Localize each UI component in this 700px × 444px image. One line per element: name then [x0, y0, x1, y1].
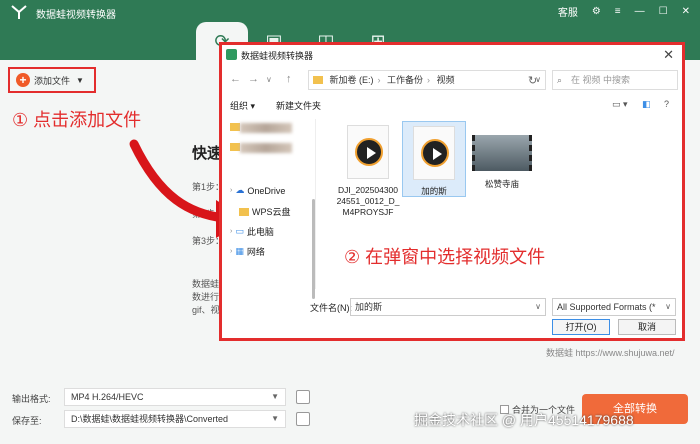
folder-icon [239, 207, 249, 216]
file-name: 松赞寺庙 [484, 179, 519, 189]
file-list: DJI_20250430024551_0012_D_M4PROYSJF 加的斯 … [320, 119, 680, 289]
search-icon: ⌕ [557, 75, 563, 85]
sidebar-item-wps[interactable]: WPS云盘 [230, 205, 291, 218]
new-folder-button[interactable]: 新建文件夹 [276, 99, 321, 112]
search-input[interactable]: ⌕ 在 视频 中搜索 [552, 70, 678, 90]
app-logo-icon [11, 5, 27, 19]
sidebar-item-network[interactable]: › ▦ 网络 [230, 245, 265, 258]
chevron-down-icon: ▼ [271, 392, 279, 401]
video-thumbnail [472, 135, 532, 171]
maximize-icon[interactable]: ☐ [659, 6, 668, 17]
save-to-select[interactable]: D:\数据蛙\数据蛙视频转换器\Converted ▼ [64, 410, 286, 428]
folder-icon[interactable] [296, 412, 310, 426]
video-file-icon [413, 126, 455, 180]
close-icon[interactable]: ✕ [663, 47, 674, 63]
app-icon [226, 49, 237, 60]
sidebar-item-onedrive[interactable]: › ☁ OneDrive [230, 185, 285, 196]
save-to-value: D:\数据蛙\数据蛙视频转换器\Converted [71, 414, 229, 424]
minimize-icon[interactable]: — [635, 6, 645, 17]
folder-icon [313, 76, 323, 84]
support-link[interactable]: 客服 [558, 4, 578, 19]
network-icon: ▦ [235, 246, 244, 256]
filename-input[interactable]: 加的斯 ∨ [350, 298, 546, 316]
folder-icon [230, 143, 240, 151]
back-icon[interactable]: ← [230, 73, 241, 85]
chevron-down-icon: ∨ [665, 302, 671, 311]
site-url: 数据蛙 https://www.shujuwa.net/ [546, 348, 675, 358]
filename-value: 加的斯 [355, 302, 383, 312]
computer-icon: ▭ [235, 226, 244, 236]
save-to-label: 保存至: [12, 416, 42, 426]
file-name: 加的斯 [421, 186, 447, 196]
chevron-down-icon: ▼ [271, 414, 279, 423]
forward-icon[interactable]: → [248, 73, 259, 85]
dialog-title: 数据蛙视频转换器 [241, 51, 314, 61]
gift-icon[interactable]: ⚙ [592, 6, 601, 17]
cancel-button[interactable]: 取消 [618, 319, 676, 335]
dialog-titlebar: 数据蛙视频转换器 ✕ [222, 45, 682, 65]
chevron-down-icon[interactable]: ▼ [76, 76, 84, 85]
command-row: 组织 ▾ 新建文件夹 ▭ ▾ ◧ ? [222, 95, 682, 117]
blurred-item [240, 143, 292, 153]
organize-button[interactable]: 组织 ▾ [230, 99, 255, 112]
file-name: DJI_20250430024551_0012_D_M4PROYSJF [336, 185, 400, 217]
address-bar[interactable]: 新加卷 (E:) › 工作备份 › 视频 ∨ [308, 70, 546, 90]
menu-icon[interactable]: ≡ [615, 6, 621, 17]
open-file-dialog: 数据蛙视频转换器 ✕ ← → ∨ ↑ 新加卷 (E:) › 工作备份 › 视频 ∨ … [219, 42, 685, 341]
file-item-songzan[interactable]: 松赞寺庙 [470, 125, 534, 190]
path-seg-2[interactable]: 视频 [437, 75, 455, 85]
video-file-icon [347, 125, 389, 179]
desc-line-2: 数进行 [192, 292, 220, 302]
annotation-step2: ② 在弹窗中选择视频文件 [344, 247, 546, 267]
folder-icon [230, 123, 240, 131]
format-settings-icon[interactable] [296, 390, 310, 404]
output-format-value: MP4 H.264/HEVC [71, 392, 144, 402]
output-format-select[interactable]: MP4 H.264/HEVC ▼ [64, 388, 286, 406]
blurred-item [240, 123, 292, 133]
desc-line-1: 数据蛙 [192, 279, 220, 289]
refresh-icon[interactable]: ↻ [528, 74, 537, 87]
file-item-dji[interactable]: DJI_20250430024551_0012_D_M4PROYSJF [336, 125, 400, 218]
sidebar-item-this-pc[interactable]: › ▭ 此电脑 [230, 225, 274, 238]
file-item-cadiz[interactable]: 加的斯 [402, 121, 466, 197]
address-row: ← → ∨ ↑ 新加卷 (E:) › 工作备份 › 视频 ∨ ↻ ⌕ 在 视频 中搜… [222, 67, 682, 93]
view-icon[interactable]: ▭ ▾ [612, 99, 628, 110]
header-links: 客服 ⚙ ≡ — ☐ ✕ [558, 4, 690, 19]
filename-label: 文件名(N): [310, 303, 352, 313]
output-format-label: 输出格式: [12, 394, 51, 404]
plus-icon: + [16, 73, 30, 87]
filetype-select[interactable]: All Supported Formats (* ∨ [552, 298, 676, 316]
preview-pane-icon[interactable]: ◧ [642, 99, 651, 110]
search-placeholder: 在 视频 中搜索 [571, 75, 631, 85]
open-button[interactable]: 打开(O) [552, 319, 610, 335]
cloud-icon: ☁ [235, 185, 245, 195]
footer-watermark: 掘金技术社区 @ 用户45514179688 [414, 412, 634, 428]
chevron-down-icon[interactable]: ∨ [266, 75, 272, 84]
chevron-down-icon[interactable]: ∨ [535, 299, 541, 315]
path-seg-0[interactable]: 新加卷 (E:) [330, 75, 374, 85]
path-seg-1[interactable]: 工作备份 [387, 75, 423, 85]
filename-row: 文件名(N): 加的斯 ∨ All Supported Formats (* ∨ [222, 297, 682, 319]
help-icon[interactable]: ? [664, 99, 669, 109]
navigation-pane: › ☁ OneDrive WPS云盘 › ▭ 此电脑 › ▦ 网络 [222, 119, 316, 299]
desc-line-3: gif、视 [192, 305, 220, 315]
add-file-label: 添加文件 [34, 75, 71, 86]
close-icon[interactable]: ✕ [682, 6, 690, 17]
scrollbar[interactable] [312, 199, 315, 299]
filetype-value: All Supported Formats (* [557, 302, 656, 312]
app-title: 数据蛙视频转换器 [36, 10, 116, 21]
up-icon[interactable]: ↑ [286, 73, 292, 85]
add-file-button[interactable]: + 添加文件 ▼ [8, 67, 96, 93]
